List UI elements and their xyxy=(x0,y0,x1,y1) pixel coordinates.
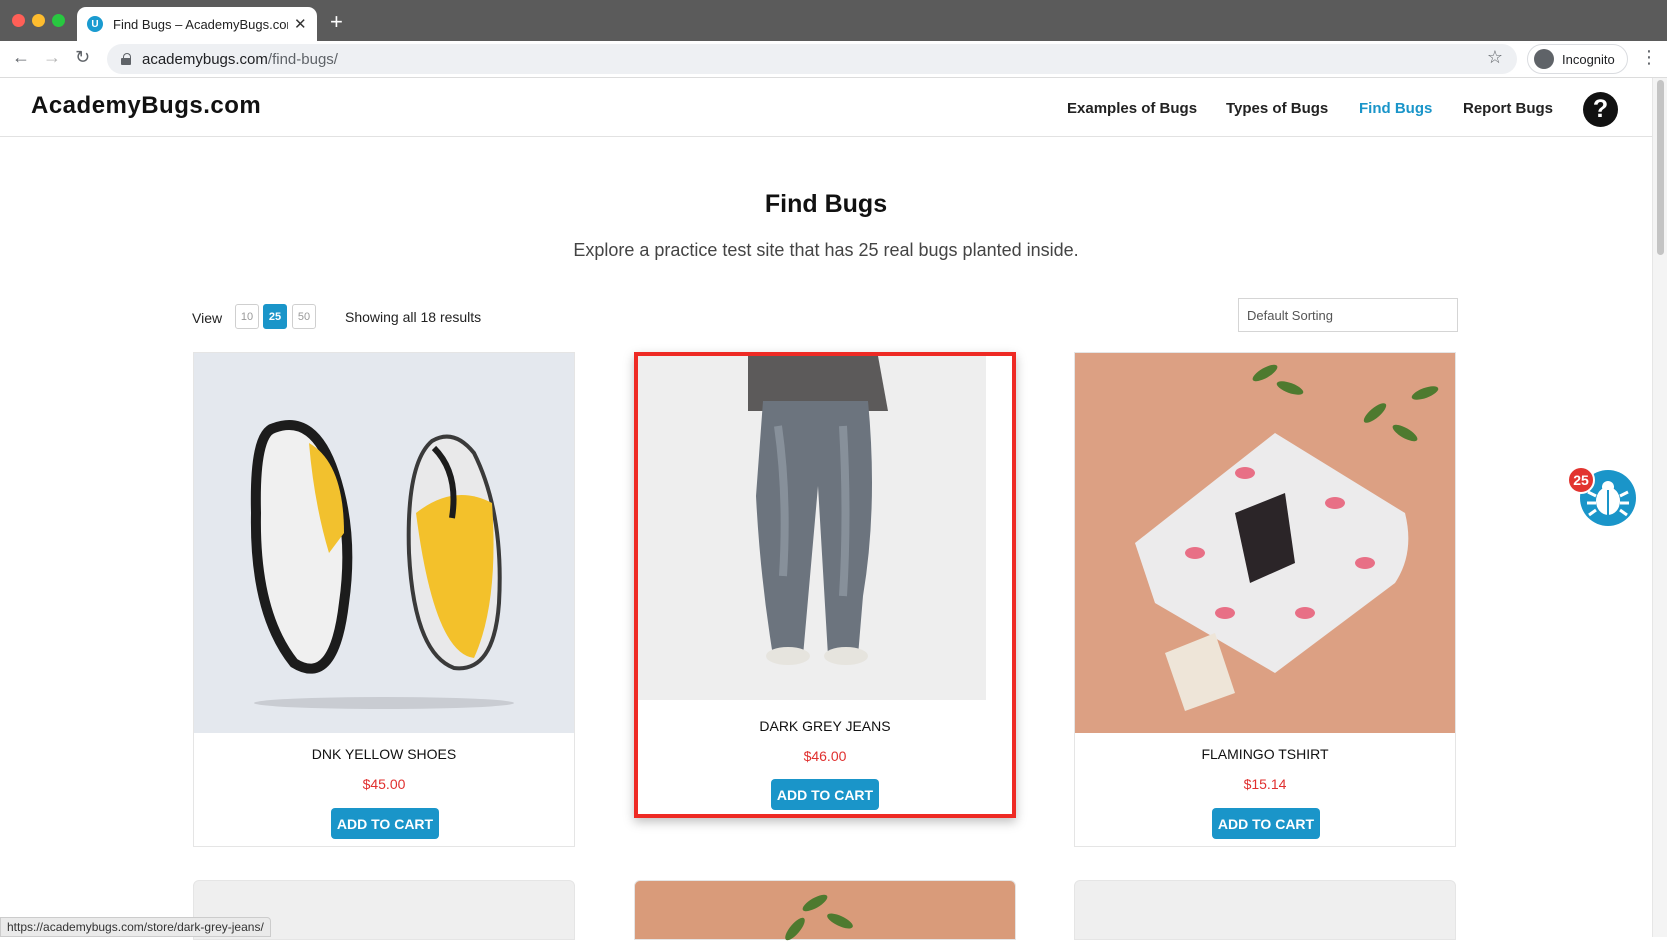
nav-examples-of-bugs[interactable]: Examples of Bugs xyxy=(1067,100,1197,117)
product-image[interactable] xyxy=(635,881,1017,941)
product-price: $15.14 xyxy=(1243,776,1287,792)
product-image[interactable] xyxy=(638,356,986,700)
product-card-hovered[interactable]: Dark Grey Jeans $46.00 ADD TO CART xyxy=(634,352,1016,818)
page-title: Find Bugs xyxy=(764,190,888,218)
bug-count-badge: 25 xyxy=(1567,466,1595,494)
lock-icon xyxy=(121,53,131,65)
url-text: academybugs.com/find-bugs/ xyxy=(142,50,338,68)
browser-titlebar: U Find Bugs – AcademyBugs.com ✕ + xyxy=(0,0,1667,41)
nav-types-of-bugs[interactable]: Types of Bugs xyxy=(1226,100,1328,117)
product-name[interactable]: DNK Yellow Shoes xyxy=(194,746,574,762)
close-tab-icon[interactable]: ✕ xyxy=(294,15,307,33)
page-subtitle: Explore a practice test site that has 25… xyxy=(573,240,1079,260)
product-card[interactable]: Flamingo Tshirt $15.14 ADD TO CART xyxy=(1074,352,1456,847)
forward-arrow-icon[interactable]: → xyxy=(43,47,61,68)
reload-icon[interactable]: ↻ xyxy=(75,47,90,68)
site-logo[interactable]: AcademyBugs.com xyxy=(31,92,261,120)
minimize-window-button[interactable] xyxy=(32,14,45,27)
product-price: $45.00 xyxy=(362,776,406,792)
product-image[interactable] xyxy=(194,353,574,733)
incognito-icon xyxy=(1534,49,1554,69)
scrollbar-thumb[interactable] xyxy=(1657,80,1664,255)
sorting-select[interactable]: Default Sorting xyxy=(1238,298,1458,332)
add-to-cart-button[interactable]: ADD TO CART xyxy=(771,779,879,810)
site-header: AcademyBugs.com Examples of Bugs Types o… xyxy=(0,78,1652,137)
profile-label: Incognito xyxy=(1562,51,1615,67)
address-bar[interactable]: academybugs.com/find-bugs/ ☆ xyxy=(107,44,1517,74)
close-window-button[interactable] xyxy=(12,14,25,27)
view-label: View xyxy=(192,310,223,326)
product-card[interactable]: DNK Yellow Shoes $45.00 ADD TO CART xyxy=(193,352,575,847)
browser-toolbar: ← → ↻ academybugs.com/find-bugs/ ☆ Incog… xyxy=(0,41,1667,78)
product-name[interactable]: Flamingo Tshirt xyxy=(1075,746,1455,762)
view-option-50[interactable]: 50 xyxy=(292,304,316,329)
new-tab-icon[interactable]: + xyxy=(330,9,343,35)
product-card[interactable] xyxy=(1074,880,1456,940)
product-card[interactable] xyxy=(634,880,1017,941)
view-option-10[interactable]: 10 xyxy=(235,304,259,329)
site-favicon-icon: U xyxy=(87,16,103,32)
bookmark-star-icon[interactable]: ☆ xyxy=(1487,47,1503,68)
page-scrollbar[interactable] xyxy=(1652,78,1667,937)
results-count: Showing all 18 results xyxy=(345,309,482,325)
help-icon[interactable]: ? xyxy=(1583,92,1618,127)
add-to-cart-button[interactable]: ADD TO CART xyxy=(331,808,439,839)
product-name[interactable]: Dark Grey Jeans xyxy=(638,718,1012,734)
product-image[interactable] xyxy=(1075,353,1455,733)
status-bar-url: https://academybugs.com/store/dark-grey-… xyxy=(0,917,271,937)
tab-title: Find Bugs – AcademyBugs.com xyxy=(113,16,288,32)
nav-report-bugs[interactable]: Report Bugs xyxy=(1463,100,1553,117)
maximize-window-button[interactable] xyxy=(52,14,65,27)
view-option-25[interactable]: 25 xyxy=(263,304,287,329)
incognito-profile-button[interactable]: Incognito xyxy=(1527,44,1628,74)
add-to-cart-button[interactable]: ADD TO CART xyxy=(1212,808,1320,839)
back-arrow-icon[interactable]: ← xyxy=(12,47,30,68)
product-price: $46.00 xyxy=(803,748,847,764)
nav-find-bugs[interactable]: Find Bugs xyxy=(1359,100,1432,117)
browser-tab[interactable]: U Find Bugs – AcademyBugs.com ✕ xyxy=(77,7,317,41)
browser-menu-icon[interactable]: ⋮ xyxy=(1640,47,1658,68)
